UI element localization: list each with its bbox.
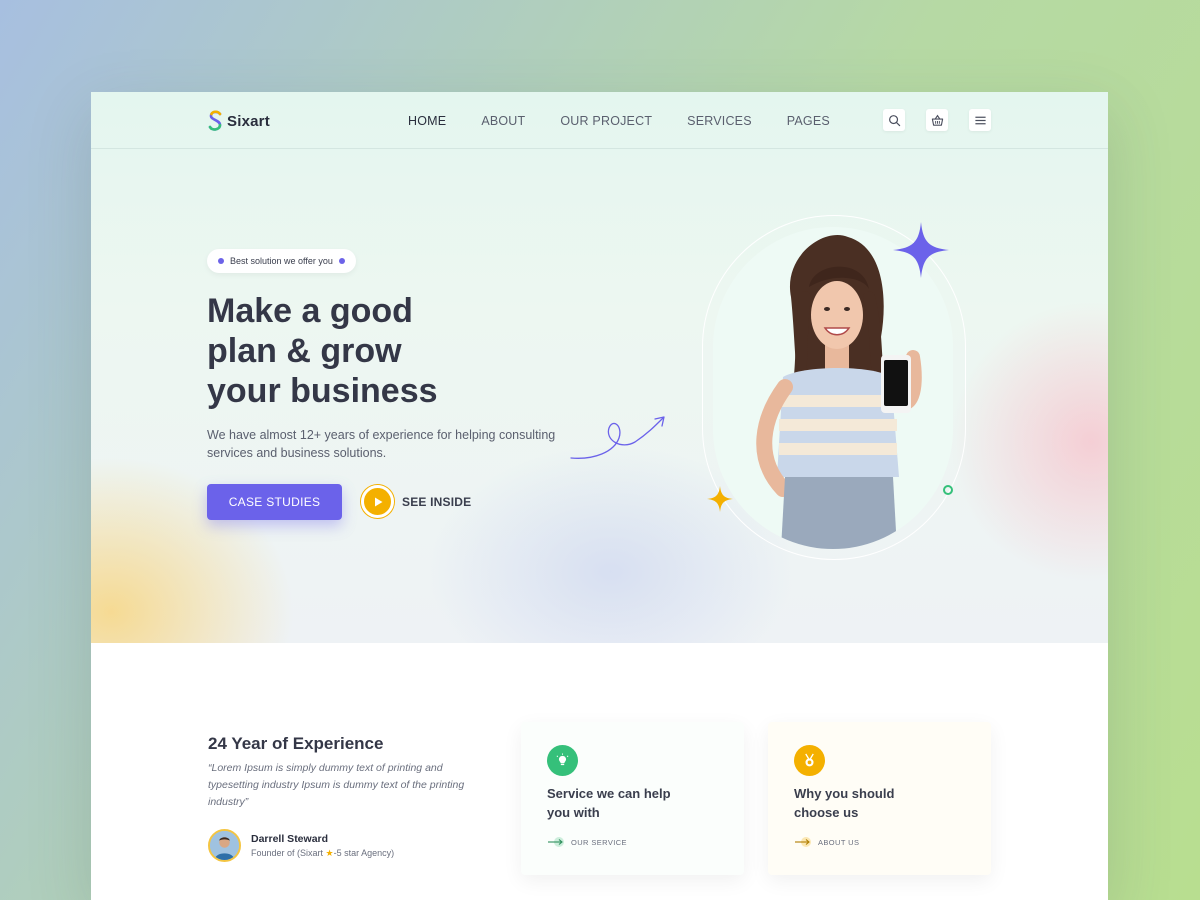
card-title: Service we can help you with	[547, 786, 671, 820]
person-avatar-image	[210, 831, 239, 860]
lightbulb-icon	[556, 753, 569, 766]
author-info: Darrell Steward Founder of (Sixart ★-5 s…	[251, 833, 394, 859]
card-icon-badge	[794, 745, 825, 776]
search-icon	[888, 114, 900, 126]
hero-badge: Best solution we offer you	[207, 249, 356, 273]
service-card[interactable]: Service we can help you with OUR SERVICE	[521, 722, 744, 875]
case-studies-button[interactable]: CASE STUDIES	[207, 484, 342, 520]
card-icon-badge	[547, 745, 578, 776]
hero-section: Sixart HOME ABOUT OUR PROJECT SERVICES P…	[91, 92, 1108, 643]
avatar	[208, 829, 241, 862]
author-name: Darrell Steward	[251, 832, 329, 845]
nav-link-home[interactable]: HOME	[408, 114, 446, 128]
card-title: Why you should choose us	[794, 786, 895, 820]
headline-line-1: Make a good	[207, 292, 413, 330]
brand-logo[interactable]: Sixart	[207, 110, 270, 132]
why-choose-card[interactable]: Why you should choose us ABOUT US	[768, 722, 991, 875]
about-us-link[interactable]: ABOUT US	[794, 836, 859, 848]
hero-badge-text: Best solution we offer you	[230, 256, 333, 266]
nav-link-pages[interactable]: PAGES	[787, 114, 830, 128]
see-inside-button[interactable]: SEE INSIDE	[361, 485, 471, 518]
play-button[interactable]	[361, 485, 394, 518]
card-link-label: OUR SERVICE	[571, 837, 627, 847]
decorative-ring-icon	[943, 485, 953, 495]
headline-line-2: plan & grow	[207, 332, 402, 370]
badge-dot-right	[338, 258, 345, 264]
star-icon: ★	[325, 847, 334, 858]
small-star-icon	[707, 486, 733, 512]
arrow-right-icon	[795, 837, 811, 847]
author-role-suffix: -5 star Agency)	[333, 847, 395, 858]
author-block: Darrell Steward Founder of (Sixart ★-5 s…	[208, 829, 394, 862]
nav-link-our-project[interactable]: OUR PROJECT	[560, 114, 652, 128]
basket-icon	[931, 114, 943, 126]
arrow-right-icon	[548, 837, 564, 847]
hero-subtext: We have almost 12+ years of experience f…	[207, 428, 556, 460]
hamburger-menu-button[interactable]	[969, 109, 991, 131]
sparkle-star-icon	[893, 222, 949, 278]
decorative-squiggle-arrow-icon	[570, 416, 665, 459]
browser-frame: Sixart HOME ABOUT OUR PROJECT SERVICES P…	[91, 92, 1108, 900]
nav-actions	[883, 109, 991, 131]
experience-quote: “Lorem Ipsum is simply dummy text of pri…	[208, 762, 465, 808]
play-icon	[374, 497, 382, 506]
nav-link-about[interactable]: ABOUT	[481, 114, 525, 128]
card-link-label: ABOUT US	[818, 837, 860, 847]
nav-link-services[interactable]: SERVICES	[687, 114, 752, 128]
see-inside-label: SEE INSIDE	[402, 494, 472, 509]
badge-dot-left	[218, 258, 224, 264]
search-button[interactable]	[883, 109, 905, 131]
main-menu: HOME ABOUT OUR PROJECT SERVICES PAGES	[408, 114, 865, 128]
headline-line-3: your business	[207, 372, 438, 410]
author-role-prefix: Founder of (Sixart	[251, 847, 326, 858]
menu-icon	[974, 116, 986, 124]
experience-title: 24 Year of Experience	[208, 734, 384, 753]
our-service-link[interactable]: OUR SERVICE	[547, 836, 627, 848]
cart-button[interactable]	[926, 109, 948, 131]
brand-name: Sixart	[227, 112, 270, 130]
hero-headline: Make a good plan & grow your business	[207, 291, 547, 411]
author-role: Founder of (Sixart ★-5 star Agency)	[251, 848, 394, 859]
medal-icon	[805, 753, 814, 767]
logo-icon	[208, 110, 222, 131]
top-navbar: Sixart HOME ABOUT OUR PROJECT SERVICES P…	[91, 92, 1108, 149]
